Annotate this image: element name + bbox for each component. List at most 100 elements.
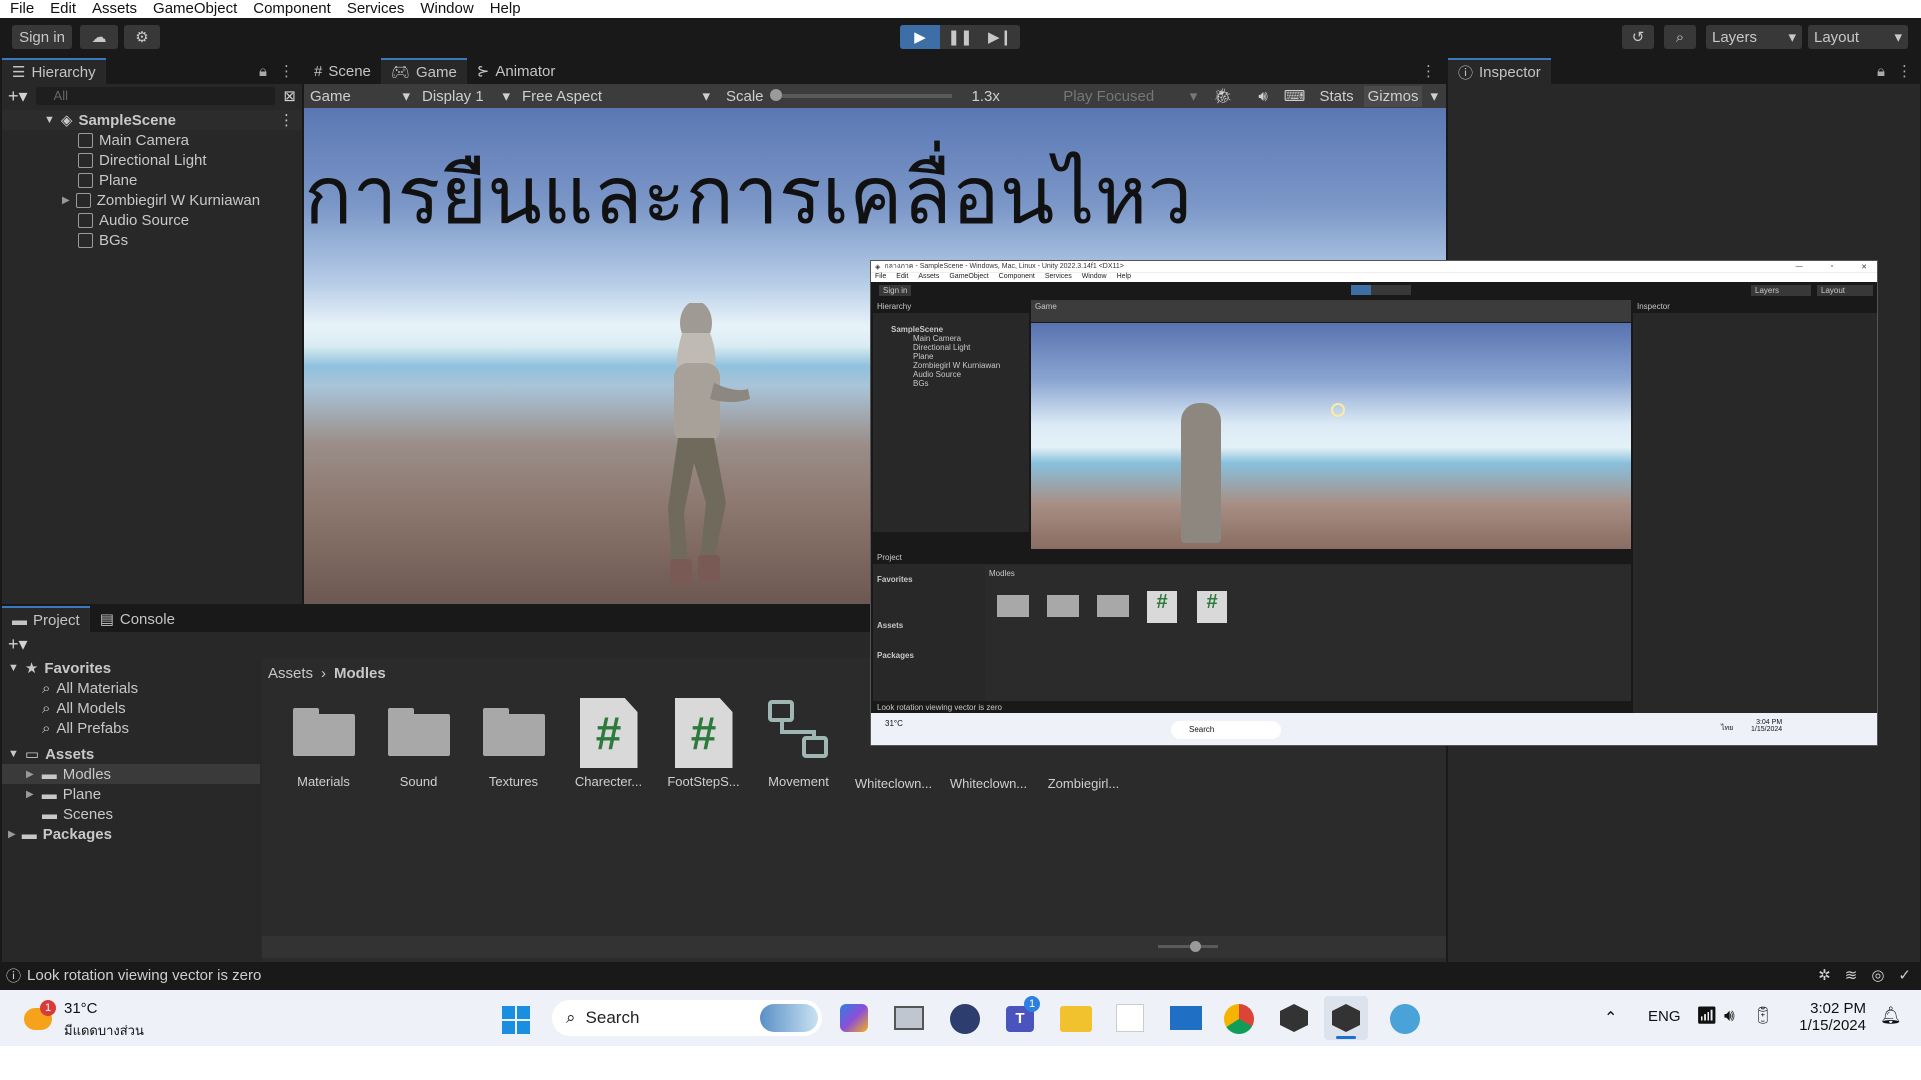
more-icon[interactable]: ⋮: [279, 62, 294, 80]
assets-item-plane[interactable]: ▶ ▬ Plane: [2, 784, 260, 804]
tab-animator[interactable]: ⊱ Animator: [467, 58, 566, 84]
favorite-item[interactable]: ⌕ All Models: [2, 698, 260, 718]
menu-assets[interactable]: Assets: [92, 1, 137, 17]
layers-dropdown[interactable]: Layers ▾: [1706, 25, 1802, 49]
hierarchy-item-zombiegirl[interactable]: ▶ Zombiegirl W Kurniawan: [2, 190, 302, 210]
asset-item[interactable]: Materials: [276, 698, 371, 789]
breadcrumb-assets[interactable]: Assets: [268, 665, 313, 682]
sign-in-button[interactable]: Sign in: [12, 25, 72, 49]
tab-inspector[interactable]: ⓘ Inspector: [1448, 58, 1551, 84]
eclipse-icon[interactable]: [950, 1004, 980, 1034]
asset-item[interactable]: # FootStepS...: [656, 698, 751, 789]
menu-component[interactable]: Component: [253, 1, 331, 17]
notification-bell-icon[interactable]: 🔔︎: [1880, 1006, 1902, 1026]
chevron-down-icon[interactable]: ▼: [44, 114, 55, 126]
wifi-icon[interactable]: 📶︎: [1696, 1006, 1718, 1026]
scene-row[interactable]: ▼ ◈ SampleScene ⋮: [2, 110, 302, 130]
more-icon[interactable]: ⋮: [1421, 62, 1436, 80]
hierarchy-item-audio-source[interactable]: Audio Source: [2, 210, 302, 230]
clock[interactable]: 3:02 PM 1/15/2024: [1794, 1000, 1866, 1034]
menu-help[interactable]: Help: [490, 1, 521, 17]
bug-icon[interactable]: 🐞︎: [1213, 87, 1232, 105]
tab-console[interactable]: ▤ Console: [90, 606, 185, 632]
mute-audio-icon[interactable]: 🔊︎: [1258, 88, 1267, 105]
add-icon[interactable]: +▾: [8, 86, 28, 107]
icon-size-slider[interactable]: [1158, 945, 1218, 948]
play-button[interactable]: ▶: [900, 25, 940, 49]
copilot-icon[interactable]: [840, 1004, 868, 1032]
chevron-right-icon[interactable]: ▶: [62, 195, 70, 206]
step-button[interactable]: ▶❙: [980, 25, 1020, 49]
more-icon[interactable]: ⋮: [1897, 62, 1912, 80]
unity-hub-icon[interactable]: [1280, 1004, 1308, 1032]
favorite-item[interactable]: ⌕ All Prefabs: [2, 718, 260, 738]
favorites-row[interactable]: ▼ ★ Favorites: [2, 658, 260, 678]
scale-slider-handle[interactable]: [769, 89, 782, 101]
tab-hierarchy[interactable]: ☰ Hierarchy: [2, 58, 106, 84]
volume-icon[interactable]: 🔊︎: [1724, 1006, 1735, 1026]
menu-edit[interactable]: Edit: [50, 1, 76, 17]
packages-row[interactable]: ▶ ▬ Packages: [2, 824, 260, 844]
chevron-up-icon[interactable]: ⌃: [1604, 1008, 1617, 1028]
layout-dropdown[interactable]: Layout ▾: [1808, 25, 1908, 49]
menu-services[interactable]: Services: [347, 1, 405, 17]
status-message[interactable]: Look rotation viewing vector is zero: [27, 967, 261, 984]
windows-start-icon[interactable]: [502, 1006, 530, 1034]
scale-slider[interactable]: [769, 89, 952, 101]
more-icon[interactable]: ⋮: [279, 111, 294, 129]
gizmos-button[interactable]: Gizmos: [1363, 85, 1423, 107]
check-icon[interactable]: ✓: [1898, 966, 1911, 984]
collab-icon[interactable]: ⚙: [124, 25, 160, 49]
menu-window[interactable]: Window: [420, 1, 473, 17]
task-view-icon[interactable]: [894, 1006, 924, 1030]
language-indicator[interactable]: ENG: [1648, 1008, 1681, 1025]
chevron-right-icon[interactable]: ▶: [26, 789, 34, 800]
pause-button[interactable]: ❚❚: [940, 25, 980, 49]
tab-game[interactable]: 🎮︎ Game: [380, 58, 467, 84]
tab-project[interactable]: ▬ Project: [2, 606, 90, 632]
asset-item[interactable]: Textures: [466, 698, 561, 789]
icon-size-slider-handle[interactable]: [1190, 941, 1201, 952]
mail-icon[interactable]: [1170, 1006, 1202, 1030]
chevron-right-icon[interactable]: ▶: [8, 829, 16, 840]
cloud-icon[interactable]: ☁: [80, 25, 118, 49]
hierarchy-item-main-camera[interactable]: Main Camera: [2, 130, 302, 150]
hierarchy-item-bgs[interactable]: BGs: [2, 230, 302, 250]
game-mode-dropdown[interactable]: Game ▾: [304, 87, 416, 106]
history-icon[interactable]: ↺: [1622, 25, 1654, 49]
hierarchy-item-plane[interactable]: Plane: [2, 170, 302, 190]
lock-icon[interactable]: 🔒︎: [1877, 63, 1885, 80]
chrome-icon[interactable]: [1224, 1004, 1254, 1034]
battery-icon[interactable]: 🔋︎: [1752, 1006, 1774, 1026]
debug-icon[interactable]: ✲: [1818, 966, 1831, 984]
stats-button[interactable]: Stats: [1319, 88, 1353, 105]
paint-icon[interactable]: [1390, 1004, 1420, 1034]
tab-scene[interactable]: # Scene: [304, 58, 381, 84]
chevron-right-icon[interactable]: ▶: [26, 769, 34, 780]
play-focused-dropdown[interactable]: Play Focused ▾: [1063, 87, 1203, 106]
unity-editor-taskbar-item[interactable]: [1324, 996, 1368, 1040]
file-explorer-icon[interactable]: [1060, 1006, 1092, 1032]
keyboard-icon[interactable]: ⌨: [1284, 87, 1306, 105]
asset-item[interactable]: # Charecter...: [561, 698, 656, 789]
chevron-down-icon[interactable]: ▾: [1430, 87, 1438, 105]
display-dropdown[interactable]: Display 1 ▾: [416, 87, 516, 106]
hierarchy-item-directional-light[interactable]: Directional Light: [2, 150, 302, 170]
menu-gameobject[interactable]: GameObject: [153, 1, 237, 17]
hierarchy-search-input[interactable]: All: [35, 87, 276, 105]
assets-row[interactable]: ▼ ▭ Assets: [2, 744, 260, 764]
collab-status-icon[interactable]: ◎: [1871, 966, 1884, 984]
taskbar-search[interactable]: ⌕ Search: [552, 1000, 822, 1036]
network-icon[interactable]: ≋: [1845, 966, 1858, 984]
filter-icon[interactable]: ⊠: [283, 87, 296, 105]
assets-item-scenes[interactable]: ▬ Scenes: [2, 804, 260, 824]
store-icon[interactable]: [1116, 1004, 1144, 1032]
add-icon[interactable]: +▾: [8, 634, 28, 655]
chevron-down-icon[interactable]: ▼: [8, 662, 19, 674]
asset-item[interactable]: Movement: [751, 698, 846, 789]
menu-file[interactable]: File: [10, 1, 34, 17]
asset-item[interactable]: Sound: [371, 698, 466, 789]
search-icon[interactable]: ⌕: [1664, 25, 1696, 49]
aspect-dropdown[interactable]: Free Aspect ▾: [516, 87, 716, 106]
weather-widget[interactable]: 1: [24, 1000, 58, 1032]
